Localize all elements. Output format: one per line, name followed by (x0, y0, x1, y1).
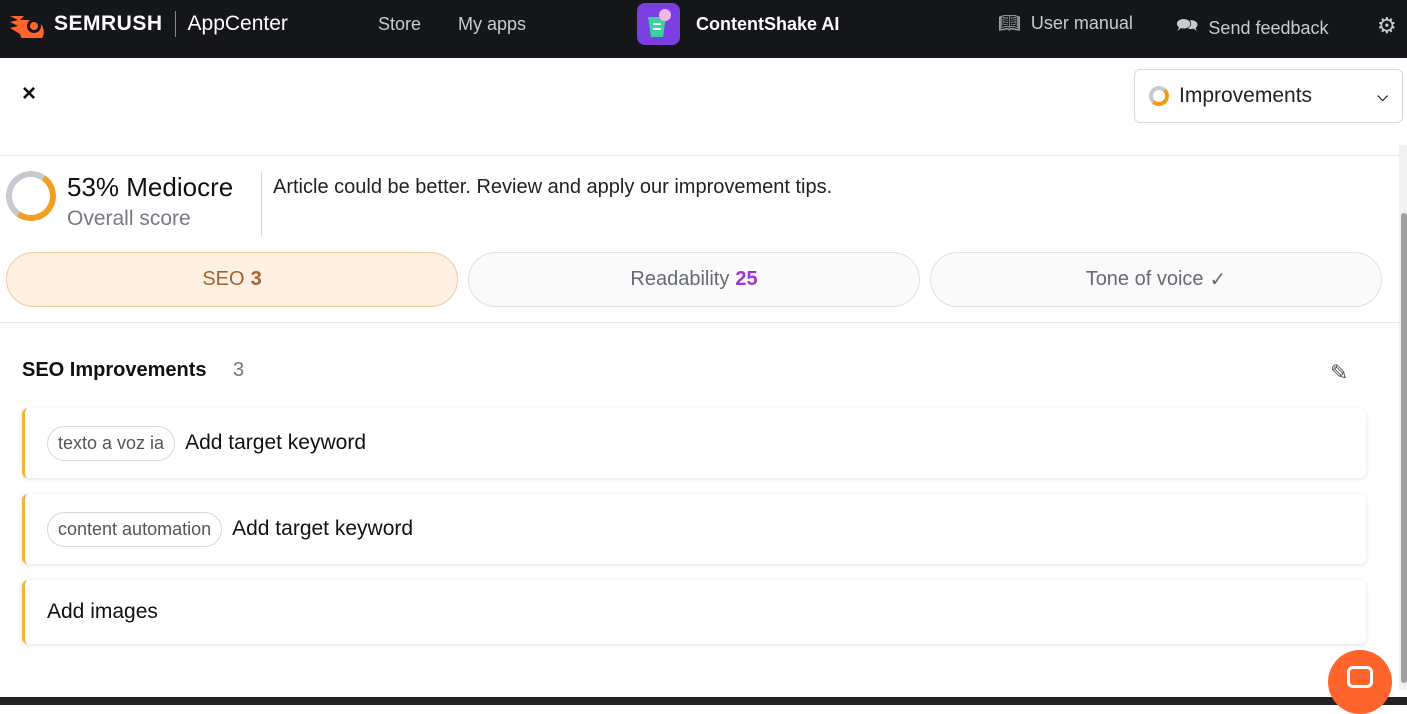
tab-count: 25 (735, 268, 758, 290)
contentshake-app-icon (637, 3, 680, 45)
score-ring (2, 167, 60, 225)
semrush-logo[interactable]: SEMRUSH AppCenter (8, 10, 288, 38)
scrollbar-thumb[interactable] (1401, 213, 1407, 683)
tab-seo[interactable]: SEO 3 (6, 252, 458, 307)
pencil-icon[interactable]: ✎ (1330, 360, 1348, 386)
dropdown-label: Improvements (1179, 84, 1313, 107)
bottom-bar (0, 697, 1407, 705)
chat-bubble-icon: 🗪︎ (1176, 15, 1199, 35)
divider (0, 155, 1399, 156)
item-text: Add images (47, 600, 158, 623)
tab-count: 3 (250, 268, 262, 290)
send-feedback-link[interactable]: 🗪︎ Send feedback (1176, 13, 1329, 43)
tab-tone-of-voice[interactable]: Tone of voice ✓ (930, 252, 1382, 307)
score-title: 53% Mediocre (67, 172, 234, 202)
book-icon: 📖︎ (998, 13, 1021, 33)
tab-label: Tone of voice (1085, 268, 1204, 290)
tab-label: Readability (630, 268, 730, 290)
section-title: SEO Improvements (22, 359, 207, 381)
chevron-down-icon: ⌵︎ (1377, 87, 1388, 104)
divider (261, 172, 262, 236)
view-dropdown[interactable]: Improvements ⌵︎ (1134, 69, 1403, 123)
score-subtitle: Overall score (67, 207, 191, 230)
divider (0, 322, 1399, 323)
user-manual-label: User manual (1030, 13, 1133, 33)
divider (174, 11, 176, 37)
brand-name: SEMRUSH (54, 12, 163, 35)
app-name: ContentShake AI (696, 14, 840, 34)
item-text: Add target keyword (185, 431, 366, 454)
chat-icon (1347, 666, 1373, 688)
improvement-item[interactable]: Add images (22, 580, 1366, 644)
improvement-item[interactable]: texto a voz ia Add target keyword (22, 408, 1366, 478)
tab-readability[interactable]: Readability 25 (468, 252, 920, 307)
keyword-chip: texto a voz ia (47, 425, 176, 461)
nav-my-apps[interactable]: My apps (458, 14, 526, 35)
progress-ring-icon (1149, 86, 1169, 106)
chat-launcher-button[interactable] (1328, 650, 1392, 714)
section-count: 3 (233, 359, 245, 381)
user-manual-link[interactable]: 📖︎ User manual (998, 13, 1133, 34)
tab-label: SEO (202, 268, 245, 290)
check-icon: ✓ (1209, 269, 1227, 291)
nav-store[interactable]: Store (378, 14, 421, 35)
top-bar: SEMRUSH AppCenter Store My apps ContentS… (0, 0, 1407, 58)
send-feedback-label: Send feedback (1208, 17, 1329, 38)
item-text: Add target keyword (232, 517, 414, 540)
product-name: AppCenter (187, 12, 288, 35)
semrush-fire-icon (10, 16, 44, 38)
improvement-item[interactable]: content automation Add target keyword (22, 494, 1366, 564)
close-icon[interactable]: × (22, 80, 36, 108)
gear-icon[interactable]: ⚙ (1377, 13, 1397, 39)
score-message: Article could be better. Review and appl… (273, 176, 833, 198)
keyword-chip: content automation (47, 511, 223, 547)
